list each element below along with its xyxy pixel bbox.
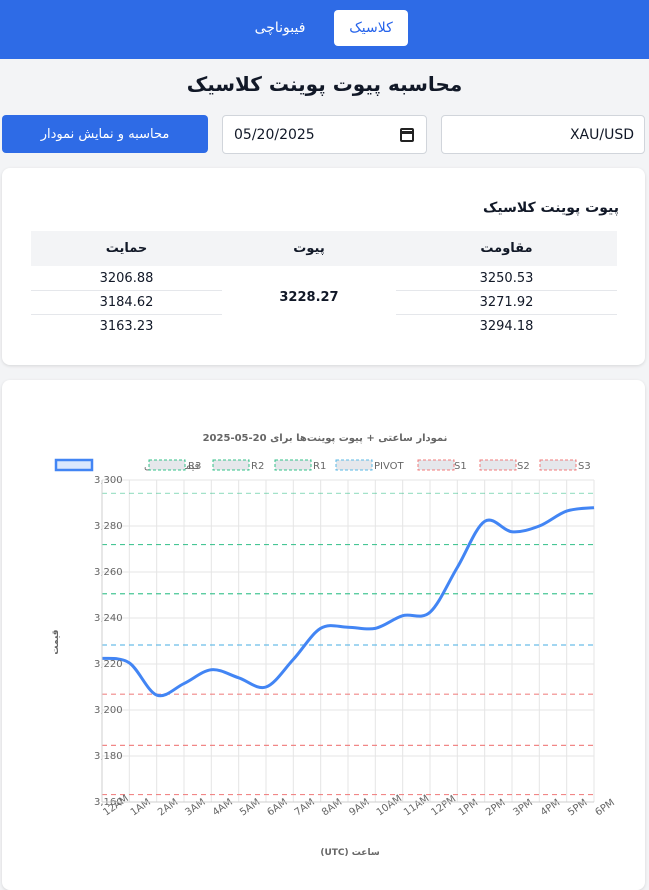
legend-label: R2 — [251, 461, 264, 472]
x-tick-label: 3AM — [183, 797, 207, 819]
resistance-cell: 3250.53 — [479, 271, 534, 286]
x-tick-label: 1AM — [129, 797, 153, 819]
y-tick-label: 3,180 — [94, 751, 123, 762]
tab-classic[interactable]: کلاسیک — [334, 10, 408, 46]
x-tick-label: 1PM — [457, 797, 481, 818]
top-nav-bar: کلاسیک فیبوناچی — [0, 0, 649, 59]
calendar-icon[interactable] — [400, 128, 414, 142]
legend-swatch-s3 — [539, 459, 577, 471]
calculate-button[interactable]: محاسبه و نمایش نمودار — [2, 115, 208, 153]
date-input[interactable]: 05/20/2025 — [222, 115, 427, 154]
y-tick-label: 3,260 — [94, 567, 123, 578]
y-tick-label: 3,300 — [94, 475, 123, 486]
price-chart: 3,1603,1803,2003,2203,2403,2603,2803,300… — [51, 433, 617, 858]
chart-card: 3,160 3,180 3,200 3,220 3,240 3,260 3,280 3,300… — [2, 380, 645, 890]
legend-swatch-r3 — [148, 459, 186, 471]
pivot-value: 3228.27 — [279, 290, 339, 305]
date-value: 05/20/2025 — [234, 127, 315, 143]
row-divider — [396, 314, 617, 315]
resistance-cell: 3294.18 — [479, 319, 534, 334]
x-tick-label: 12PM — [429, 794, 458, 819]
tab-fibonacci[interactable]: فیبوناچی — [240, 10, 320, 46]
symbol-input[interactable] — [441, 115, 645, 154]
x-tick-label: 9AM — [347, 797, 371, 819]
legend-swatch-r1 — [274, 459, 312, 471]
x-tick-label: 3PM — [511, 797, 535, 818]
x-tick-label: 5AM — [238, 797, 262, 819]
x-tick-label: 7AM — [293, 797, 317, 819]
legend-swatch-pivot — [335, 459, 373, 471]
x-tick-label: 11AM — [402, 793, 431, 818]
resistance-cell: 3271.92 — [479, 295, 534, 310]
x-tick-label: 2PM — [484, 797, 508, 818]
legend-label: R1 — [313, 461, 326, 472]
legend-swatch-s2 — [479, 459, 517, 471]
y-tick-label: 3,220 — [94, 659, 123, 670]
support-cell: 3163.23 — [99, 319, 154, 334]
x-tick-label: 10AM — [375, 793, 404, 818]
header-support: حمایت — [31, 231, 222, 266]
support-cell: 3206.88 — [99, 271, 154, 286]
legend-label: PIVOT — [374, 461, 405, 472]
y-tick-label: 3,280 — [94, 521, 123, 532]
legend-label: S3 — [578, 461, 591, 472]
results-card: پیوت پوینت کلاسیک مقاومت پیوت حمایت 3250… — [2, 168, 645, 365]
legend-label: R3 — [188, 461, 201, 472]
support-cell: 3184.62 — [99, 295, 154, 310]
legend-swatch-r2 — [212, 459, 250, 471]
row-divider — [31, 290, 222, 291]
x-tick-label: 5PM — [566, 797, 590, 818]
y-tick-label: 3,200 — [94, 705, 123, 716]
results-title: پیوت پوینت کلاسیک — [483, 200, 619, 216]
x-tick-label: 2AM — [156, 797, 180, 819]
legend-swatch-s1 — [417, 459, 455, 471]
legend-swatch-price — [54, 458, 94, 472]
row-divider — [396, 290, 617, 291]
y-tick-label: 3,240 — [94, 613, 123, 624]
legend-label: S2 — [517, 461, 530, 472]
x-tick-label: 6PM — [593, 797, 617, 818]
x-tick-label: 8AM — [320, 797, 344, 819]
legend-label: S1 — [454, 461, 467, 472]
page-title: محاسبه پیوت پوینت کلاسیک — [186, 72, 463, 96]
x-tick-label: 4AM — [211, 797, 235, 819]
row-divider — [31, 314, 222, 315]
header-pivot: پیوت — [222, 231, 396, 266]
chart-title: نمودار ساعتی + پیوت پوینت‌ها برای 20-05-… — [203, 433, 448, 444]
x-tick-label: 4PM — [539, 797, 563, 818]
x-tick-label: 6AM — [265, 797, 289, 819]
y-axis-label: قیمت — [51, 629, 61, 654]
header-resistance: مقاومت — [396, 231, 617, 266]
x-axis-label: ساعت (UTC) — [320, 848, 379, 858]
